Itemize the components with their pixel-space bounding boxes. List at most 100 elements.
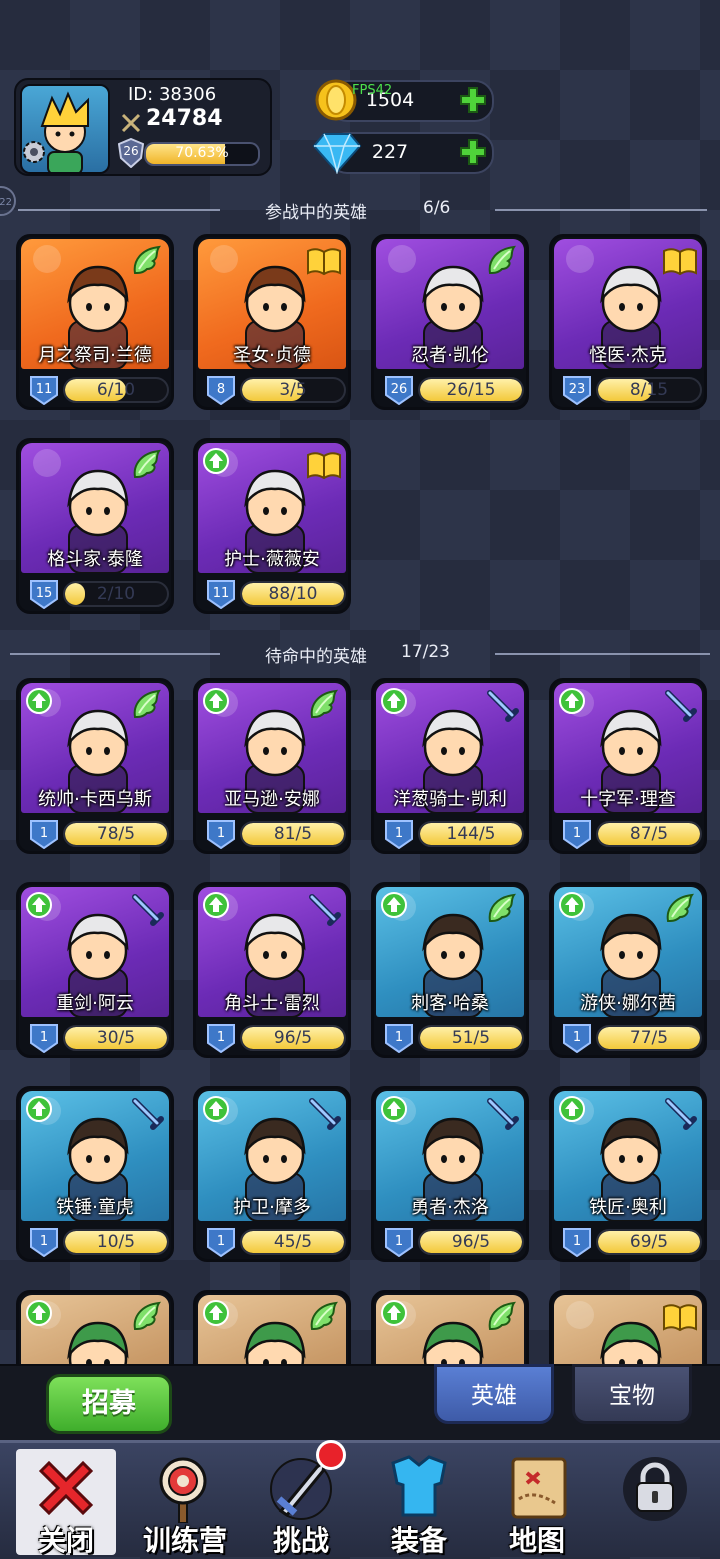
hero-card[interactable]: 游侠·娜尔茜 1 77/5 xyxy=(549,882,707,1058)
sword-class-icon xyxy=(665,690,697,722)
hero-level: 8 xyxy=(216,382,226,397)
hero-shard-count: 88/10 xyxy=(268,584,318,604)
divider xyxy=(495,209,707,211)
notification-dot xyxy=(316,1440,346,1470)
hero-name: 铁锤·童虎 xyxy=(56,1197,134,1218)
wing-icon xyxy=(133,449,162,479)
hero-card[interactable]: 怪医·杰克 23 8/15 xyxy=(549,234,707,410)
hero-shard-count: 96/5 xyxy=(273,1028,313,1048)
hero-card[interactable]: 圣女·贞德 8 3/5 xyxy=(193,234,351,410)
standby-heroes-title: 待命中的英雄 xyxy=(265,647,367,667)
add-gold-plus-icon[interactable] xyxy=(458,85,488,115)
player-level: 26 xyxy=(123,144,139,158)
wing-icon xyxy=(310,689,339,719)
upgrade-arrow-icon xyxy=(381,688,407,714)
hero-card[interactable]: 重剑·阿云 1 30/5 xyxy=(16,882,174,1058)
hero-card[interactable]: 十字军·理查 1 87/5 xyxy=(549,678,707,854)
hero-shard-progress: 96/5 xyxy=(240,1025,346,1051)
hero-card[interactable]: 格斗家·泰隆 15 2/10 xyxy=(16,438,174,614)
hero-card[interactable]: 刺客·哈桑 1 51/5 xyxy=(371,882,529,1058)
hero-shard-progress: 3/5 xyxy=(240,377,346,403)
tab-treasure[interactable]: 宝物 xyxy=(572,1364,692,1424)
hero-level-badge: 1 xyxy=(29,819,59,850)
hero-card[interactable]: 统帅·卡西乌斯 1 78/5 xyxy=(16,678,174,854)
nav-training-camp[interactable]: 训练营 xyxy=(130,1449,240,1557)
hero-level: 1 xyxy=(572,826,582,841)
hero-card[interactable]: 忍者·凯伦 26 26/15 xyxy=(371,234,529,410)
book-icon xyxy=(663,248,697,276)
crossed-swords-icon xyxy=(121,113,141,133)
hero-shard-count: 30/5 xyxy=(96,1028,136,1048)
nav-locked[interactable] xyxy=(600,1449,710,1555)
upgrade-arrow-icon xyxy=(26,688,52,714)
hero-card[interactable]: 月之祭司·兰德 11 6/10 xyxy=(16,234,174,410)
hero-shard-count: 77/5 xyxy=(629,1028,669,1048)
hero-card[interactable]: 洋葱骑士·凯利 1 144/5 xyxy=(371,678,529,854)
wing-icon xyxy=(488,245,517,275)
hero-level-badge: 1 xyxy=(384,1023,414,1054)
hero-shard-progress: 96/5 xyxy=(418,1229,524,1255)
hero-level-badge: 1 xyxy=(29,1023,59,1054)
close-icon xyxy=(38,1460,94,1516)
hero-level-badge: 1 xyxy=(562,819,592,850)
hero-level: 1 xyxy=(39,826,49,841)
hero-level: 1 xyxy=(394,1234,404,1249)
sword-class-icon xyxy=(309,894,341,926)
hero-name: 勇者·杰洛 xyxy=(411,1197,489,1218)
hero-shard-progress: 81/5 xyxy=(240,821,346,847)
nav-equipment-label: 装备 xyxy=(390,1524,447,1557)
upgrade-arrow-icon xyxy=(203,1300,229,1326)
tab-heroes[interactable]: 英雄 xyxy=(434,1364,554,1424)
hero-shard-count: 2/10 xyxy=(96,584,136,604)
hero-card[interactable]: 铁锤·童虎 1 10/5 xyxy=(16,1086,174,1262)
nav-training-label: 训练营 xyxy=(142,1524,227,1557)
hero-shard-count: 26/15 xyxy=(446,380,496,400)
hero-level: 26 xyxy=(390,382,408,397)
add-gems-plus-icon[interactable] xyxy=(458,137,488,167)
hero-name: 重剑·阿云 xyxy=(56,993,134,1014)
upgrade-arrow-icon xyxy=(26,1096,52,1122)
nav-close[interactable]: 关闭 xyxy=(16,1449,116,1557)
hero-level: 23 xyxy=(568,382,586,397)
hero-card[interactable]: 护卫·摩多 1 45/5 xyxy=(193,1086,351,1262)
map-icon xyxy=(511,1457,567,1519)
settings-gear-icon[interactable] xyxy=(20,138,48,166)
wing-icon xyxy=(310,1301,339,1331)
book-icon xyxy=(307,248,341,276)
upgrade-arrow-icon xyxy=(381,892,407,918)
player-id: ID: 38306 xyxy=(128,84,217,105)
hero-name: 铁匠·奥利 xyxy=(589,1197,667,1218)
hero-shard-count: 96/5 xyxy=(451,1232,491,1252)
bottom-navigation: 关闭 训练营 挑战 装备 地图 xyxy=(0,1440,720,1557)
active-heroes-header: 参战中的英雄 6/6 xyxy=(0,198,720,223)
hero-level: 15 xyxy=(35,586,53,601)
sword-class-icon xyxy=(309,1098,341,1130)
hero-shard-progress: 78/5 xyxy=(63,821,169,847)
nav-map[interactable]: 地图 xyxy=(482,1449,592,1557)
hero-card[interactable]: 护士·薇薇安 11 88/10 xyxy=(193,438,351,614)
hero-level-badge: 1 xyxy=(562,1227,592,1258)
hero-name: 亚马逊·安娜 xyxy=(224,789,320,810)
hero-card[interactable]: 亚马逊·安娜 1 81/5 xyxy=(193,678,351,854)
hero-name: 护士·薇薇安 xyxy=(224,549,320,570)
player-profile-panel[interactable]: ID: 38306 24784 26 70.63% xyxy=(14,78,272,176)
hero-shard-progress: 30/5 xyxy=(63,1025,169,1051)
hero-card[interactable]: 角斗士·雷烈 1 96/5 xyxy=(193,882,351,1058)
upgrade-arrow-icon xyxy=(203,1096,229,1122)
nav-equipment[interactable]: 装备 xyxy=(364,1449,474,1557)
hero-shard-progress: 8/15 xyxy=(596,377,702,403)
wing-icon xyxy=(488,893,517,923)
hero-level-badge: 1 xyxy=(206,819,236,850)
hero-level-badge: 1 xyxy=(384,1227,414,1258)
hero-card[interactable]: 勇者·杰洛 1 96/5 xyxy=(371,1086,529,1262)
hero-name: 十字军·理查 xyxy=(580,789,676,810)
hero-level-badge: 1 xyxy=(562,1023,592,1054)
upgrade-arrow-icon xyxy=(559,688,585,714)
book-icon xyxy=(663,1304,697,1332)
recruit-button[interactable]: 招募 xyxy=(46,1374,172,1434)
sword-class-icon xyxy=(665,1098,697,1130)
divider xyxy=(495,653,710,655)
book-icon xyxy=(307,452,341,480)
standby-heroes-count: 17/23 xyxy=(401,642,450,662)
hero-card[interactable]: 铁匠·奥利 1 69/5 xyxy=(549,1086,707,1262)
